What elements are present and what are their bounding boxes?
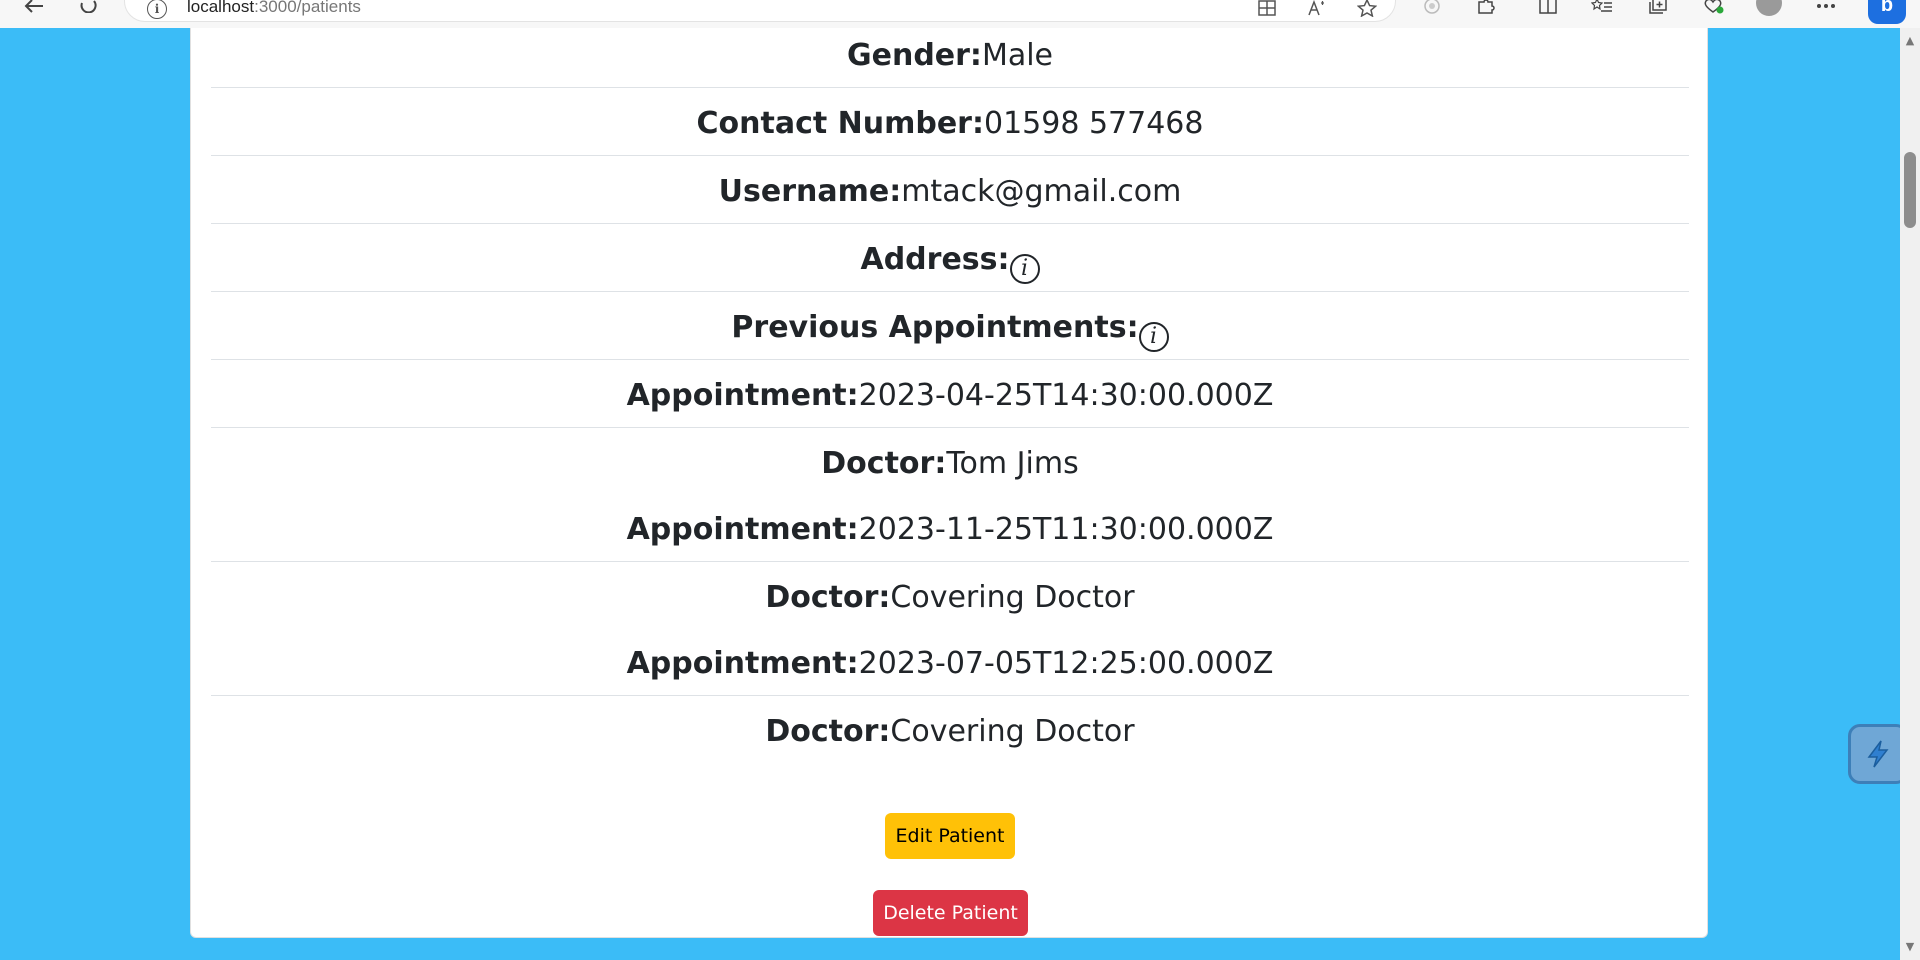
copilot-icon[interactable]: b <box>1868 0 1906 24</box>
site-info-icon[interactable]: i <box>147 0 167 19</box>
back-arrow-icon[interactable] <box>20 0 48 16</box>
doctor-row: Doctor:Covering Doctor <box>211 696 1689 764</box>
refresh-icon[interactable] <box>74 0 102 16</box>
appointment-row: Appointment:2023-11-25T11:30:00.000Z <box>211 496 1689 562</box>
doctor-row: Doctor:Covering Doctor <box>211 562 1689 630</box>
doctor-value: Tom Jims <box>946 446 1079 481</box>
browser-toolbar: i localhost:3000/patients b <box>0 0 1920 28</box>
address-host: localhost <box>187 0 255 16</box>
grid-icon[interactable] <box>1255 0 1279 19</box>
read-aloud-icon[interactable] <box>1305 0 1329 19</box>
gender-row: Gender:Male <box>211 28 1689 88</box>
collections-icon[interactable] <box>1644 0 1672 16</box>
contact-value: 01598 577468 <box>983 106 1204 141</box>
patient-details-card: Gender:Male Contact Number:01598 577468 … <box>190 28 1708 938</box>
scroll-down-icon[interactable]: ▼ <box>1900 938 1920 956</box>
address-row: Address: i <box>211 224 1689 292</box>
profile-icon[interactable] <box>1756 0 1782 16</box>
more-icon[interactable] <box>1812 0 1840 16</box>
split-screen-icon[interactable] <box>1534 0 1562 16</box>
doctor-label: Doctor: <box>821 446 947 481</box>
appointment-row: Appointment:2023-07-05T12:25:00.000Z <box>211 630 1689 696</box>
doctor-label: Doctor: <box>765 580 891 615</box>
appointment-value: 2023-11-25T11:30:00.000Z <box>858 512 1274 547</box>
appointment-row: Appointment:2023-04-25T14:30:00.000Z <box>211 360 1689 428</box>
doctor-row: Doctor:Tom Jims <box>211 428 1689 496</box>
contact-row: Contact Number:01598 577468 <box>211 88 1689 156</box>
appointment-label: Appointment: <box>626 378 859 413</box>
address-text[interactable]: localhost:3000/patients <box>187 0 361 17</box>
doctor-value: Covering Doctor <box>890 714 1135 749</box>
address-path: :3000/patients <box>254 0 361 16</box>
heart-icon[interactable] <box>1700 0 1728 16</box>
previous-appointments-info-icon[interactable]: i <box>1138 322 1169 352</box>
extension-widget-icon[interactable] <box>1848 724 1908 784</box>
tracking-icon[interactable] <box>1418 0 1446 16</box>
gender-label: Gender: <box>846 38 982 73</box>
appointment-label: Appointment: <box>626 646 859 681</box>
scroll-thumb[interactable] <box>1904 152 1916 228</box>
favorites-icon[interactable] <box>1588 0 1616 16</box>
address-label: Address: <box>860 242 1010 277</box>
edit-patient-button[interactable]: Edit Patient <box>885 813 1015 859</box>
address-info-icon[interactable]: i <box>1009 254 1040 284</box>
username-value: mtack@gmail.com <box>901 174 1182 209</box>
previous-appointments-label: Previous Appointments: <box>731 310 1139 345</box>
username-label: Username: <box>718 174 902 209</box>
appointment-value: 2023-07-05T12:25:00.000Z <box>858 646 1274 681</box>
delete-patient-button[interactable]: Delete Patient <box>873 890 1028 936</box>
appointment-value: 2023-04-25T14:30:00.000Z <box>858 378 1274 413</box>
previous-appointments-row: Previous Appointments: i <box>211 292 1689 360</box>
contact-label: Contact Number: <box>696 106 984 141</box>
doctor-label: Doctor: <box>765 714 891 749</box>
star-icon[interactable] <box>1355 0 1379 19</box>
appointment-label: Appointment: <box>626 512 859 547</box>
puzzle-icon[interactable] <box>1472 0 1500 16</box>
scroll-up-icon[interactable]: ▲ <box>1900 32 1920 50</box>
gender-value: Male <box>981 38 1053 73</box>
doctor-value: Covering Doctor <box>890 580 1135 615</box>
address-bar[interactable]: i localhost:3000/patients <box>124 0 1396 22</box>
username-row: Username:mtack@gmail.com <box>211 156 1689 224</box>
page-scrollbar[interactable]: ▲ ▼ <box>1900 28 1920 960</box>
